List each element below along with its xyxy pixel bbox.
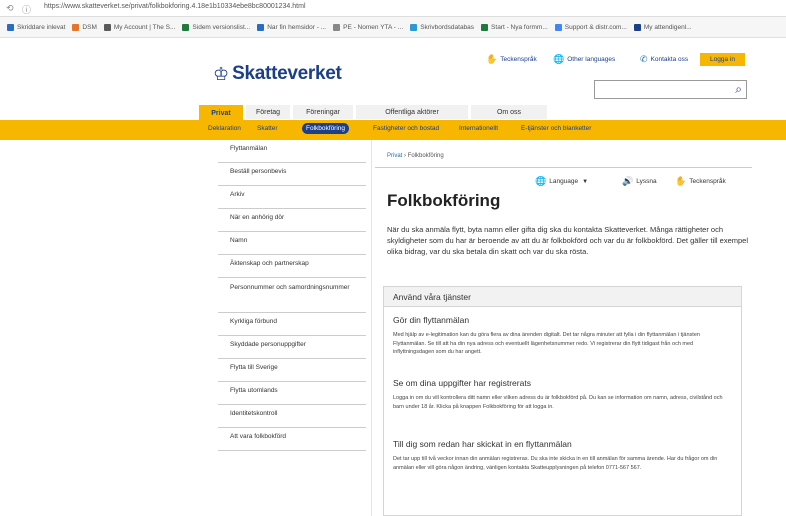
service-title-registrerats[interactable]: Se om dina uppgifter har registrerats xyxy=(393,378,531,388)
bookmark-favicon-icon xyxy=(72,24,80,31)
bookmark-favicon-icon xyxy=(410,24,418,31)
subnav-internationellt[interactable]: Internationellt xyxy=(459,125,498,132)
intro-text: När du ska anmäla flytt, byta namn eller… xyxy=(387,225,749,256)
service-text-redan-skickat: Det tar upp till två veckor innan din an… xyxy=(393,456,718,471)
subnav-e-tjanster[interactable]: E-tjänster och blanketter xyxy=(521,125,591,132)
info-icon[interactable]: ⓘ xyxy=(22,3,31,16)
bookmark-favicon-icon xyxy=(481,24,489,31)
globe-icon: 🌐 xyxy=(535,176,547,186)
skatteverket-logo[interactable]: ♔ Skatteverket xyxy=(213,63,342,85)
sign-language-button[interactable]: ✋ Teckenspråk xyxy=(675,176,726,187)
subnav-fastigheter[interactable]: Fastigheter och bostad xyxy=(373,125,439,132)
sidebar-item-flytta-sverige[interactable]: Flytta till Sverige xyxy=(218,359,366,382)
bookmark-label: Sidem versionslist... xyxy=(192,24,251,31)
bookmark-item[interactable]: Skrivbordsdatabas xyxy=(410,17,475,37)
bookmark-favicon-icon xyxy=(257,24,265,31)
sidebar-item-flyttanmalan[interactable]: Flyttanmälan xyxy=(218,140,366,163)
tab-foreningar[interactable]: Föreningar xyxy=(293,105,353,119)
page-title: Folkbokföring xyxy=(387,191,501,210)
subnav-deklaration[interactable]: Deklaration xyxy=(208,125,241,132)
language-dropdown[interactable]: 🌐 Language ▼ xyxy=(535,176,588,187)
bookmark-label: Nar fin hemsidor - ... xyxy=(267,24,327,31)
service-text-registrerats: Logga in om du vill kontrollera ditt nam… xyxy=(393,395,723,410)
sidebar-item-flytta-utomlands[interactable]: Flytta utomlands xyxy=(218,382,366,405)
tab-offentliga-aktorer[interactable]: Offentliga aktörer xyxy=(356,105,468,119)
bookmark-label: My attendigenl... xyxy=(643,24,692,31)
service-title-flyttanmalan[interactable]: Gör din flyttanmälan xyxy=(393,315,469,325)
bookmark-label: PE - Nomen YTA - ... xyxy=(343,24,404,31)
service-title-redan-skickat[interactable]: Till dig som redan har skickat in en fly… xyxy=(393,439,572,449)
sub-navigation: Deklaration Skatter Folkbokföring Fastig… xyxy=(0,120,786,140)
bookmark-item[interactable]: Skriddare inlevat xyxy=(7,17,66,37)
sidebar-item-arkiv[interactable]: Arkiv xyxy=(218,186,366,209)
sidebar-item-personbevis[interactable]: Beställ personbevis xyxy=(218,163,366,186)
other-languages-link[interactable]: 🌐 Other languages xyxy=(553,54,615,65)
bookmark-favicon-icon xyxy=(7,24,14,31)
search-icon[interactable]: ⌕ xyxy=(735,82,742,97)
search-input[interactable]: ⌕ xyxy=(594,80,747,99)
sidebar: Flyttanmälan Beställ personbevis Arkiv N… xyxy=(218,140,366,451)
bookmark-favicon-icon xyxy=(633,24,641,31)
phone-icon: ✆ xyxy=(640,54,648,64)
bookmark-label: DSM xyxy=(82,24,97,31)
bookmark-label: Start - Nya formm... xyxy=(491,24,548,31)
subnav-skatter[interactable]: Skatter xyxy=(257,125,278,132)
crown-logo-icon: ♔ xyxy=(213,63,230,84)
speaker-icon: 🔊 xyxy=(622,176,634,186)
sidebar-item-folkbokford[interactable]: Att vara folkbokförd xyxy=(218,428,366,451)
bookmark-item[interactable]: DSM xyxy=(72,17,97,37)
bookmark-item[interactable]: My Account | The S... xyxy=(103,17,176,37)
services-box: Använd våra tjänster Gör din flyttanmäla… xyxy=(383,286,742,516)
browser-address-bar: ⟲ ⓘ https://www.skatteverket.se/privat/f… xyxy=(0,0,786,17)
breadcrumb: Privat › Folkbokföring xyxy=(387,153,444,159)
subnav-folkbokforing[interactable]: Folkbokföring xyxy=(302,123,350,134)
breadcrumb-divider xyxy=(375,167,752,168)
bookmark-item[interactable]: My attendigenl... xyxy=(633,17,692,37)
sign-language-icon: ✋ xyxy=(486,54,498,64)
listen-button[interactable]: 🔊 Lyssna xyxy=(622,176,657,187)
bookmark-favicon-icon xyxy=(103,24,111,31)
sign-language-icon: ✋ xyxy=(675,176,687,186)
url-field[interactable]: https://www.skatteverket.se/privat/folkb… xyxy=(44,3,306,10)
sidebar-item-personnummer[interactable]: Personnummer och samordningsnummer xyxy=(218,278,366,313)
globe-icon: 🌐 xyxy=(553,54,565,64)
back-icon[interactable]: ⟲ xyxy=(6,3,14,14)
tab-privat[interactable]: Privat xyxy=(199,105,243,121)
bookmark-label: Skrivbordsdatabas xyxy=(420,24,475,31)
logo-text: Skatteverket xyxy=(232,63,342,84)
sidebar-item-anhorig-dor[interactable]: När en anhörig dör xyxy=(218,209,366,232)
bookmark-item[interactable]: Support & distr.com... xyxy=(554,17,627,37)
bookmark-item[interactable]: Sidem versionslist... xyxy=(182,17,251,37)
bookmark-favicon-icon xyxy=(554,24,562,31)
bookmark-label: Skriddare inlevat xyxy=(17,24,66,31)
caret-down-icon: ▼ xyxy=(582,178,589,185)
sidebar-item-kyrkliga[interactable]: Kyrkliga förbund xyxy=(218,313,366,336)
sidebar-item-aktenskap[interactable]: Äktenskap och partnerskap xyxy=(218,255,366,278)
bookmark-label: My Account | The S... xyxy=(113,24,176,31)
bookmark-item[interactable]: Nar fin hemsidor - ... xyxy=(257,17,327,37)
bookmark-item[interactable]: PE - Nomen YTA - ... xyxy=(333,17,404,37)
bookmarks-bar: Skriddare inlevat DSM My Account | The S..… xyxy=(0,17,786,38)
bookmark-favicon-icon xyxy=(182,24,190,31)
breadcrumb-current: Folkbokföring xyxy=(407,153,444,159)
sidebar-item-namn[interactable]: Namn xyxy=(218,232,366,255)
bookmark-label: Support & distr.com... xyxy=(564,24,627,31)
sidebar-item-identitet[interactable]: Identitetskontroll xyxy=(218,405,366,428)
tab-foretag[interactable]: Företag xyxy=(246,105,290,119)
bookmark-favicon-icon xyxy=(333,24,341,31)
divider xyxy=(371,140,372,516)
login-button[interactable]: Logga in xyxy=(700,53,745,66)
sidebar-item-skyddade[interactable]: Skyddade personuppgifter xyxy=(218,336,366,359)
contact-link[interactable]: ✆ Kontakta oss xyxy=(640,54,688,65)
sign-language-link[interactable]: ✋ Teckenspråk xyxy=(486,54,537,65)
tab-om-oss[interactable]: Om oss xyxy=(471,105,547,119)
bookmark-item[interactable]: Start - Nya formm... xyxy=(481,17,548,37)
service-text-flyttanmalan: Med hjälp av e-legitimation kan du göra … xyxy=(393,332,700,356)
breadcrumb-home[interactable]: Privat xyxy=(387,153,402,159)
services-heading: Använd våra tjänster xyxy=(384,287,741,307)
